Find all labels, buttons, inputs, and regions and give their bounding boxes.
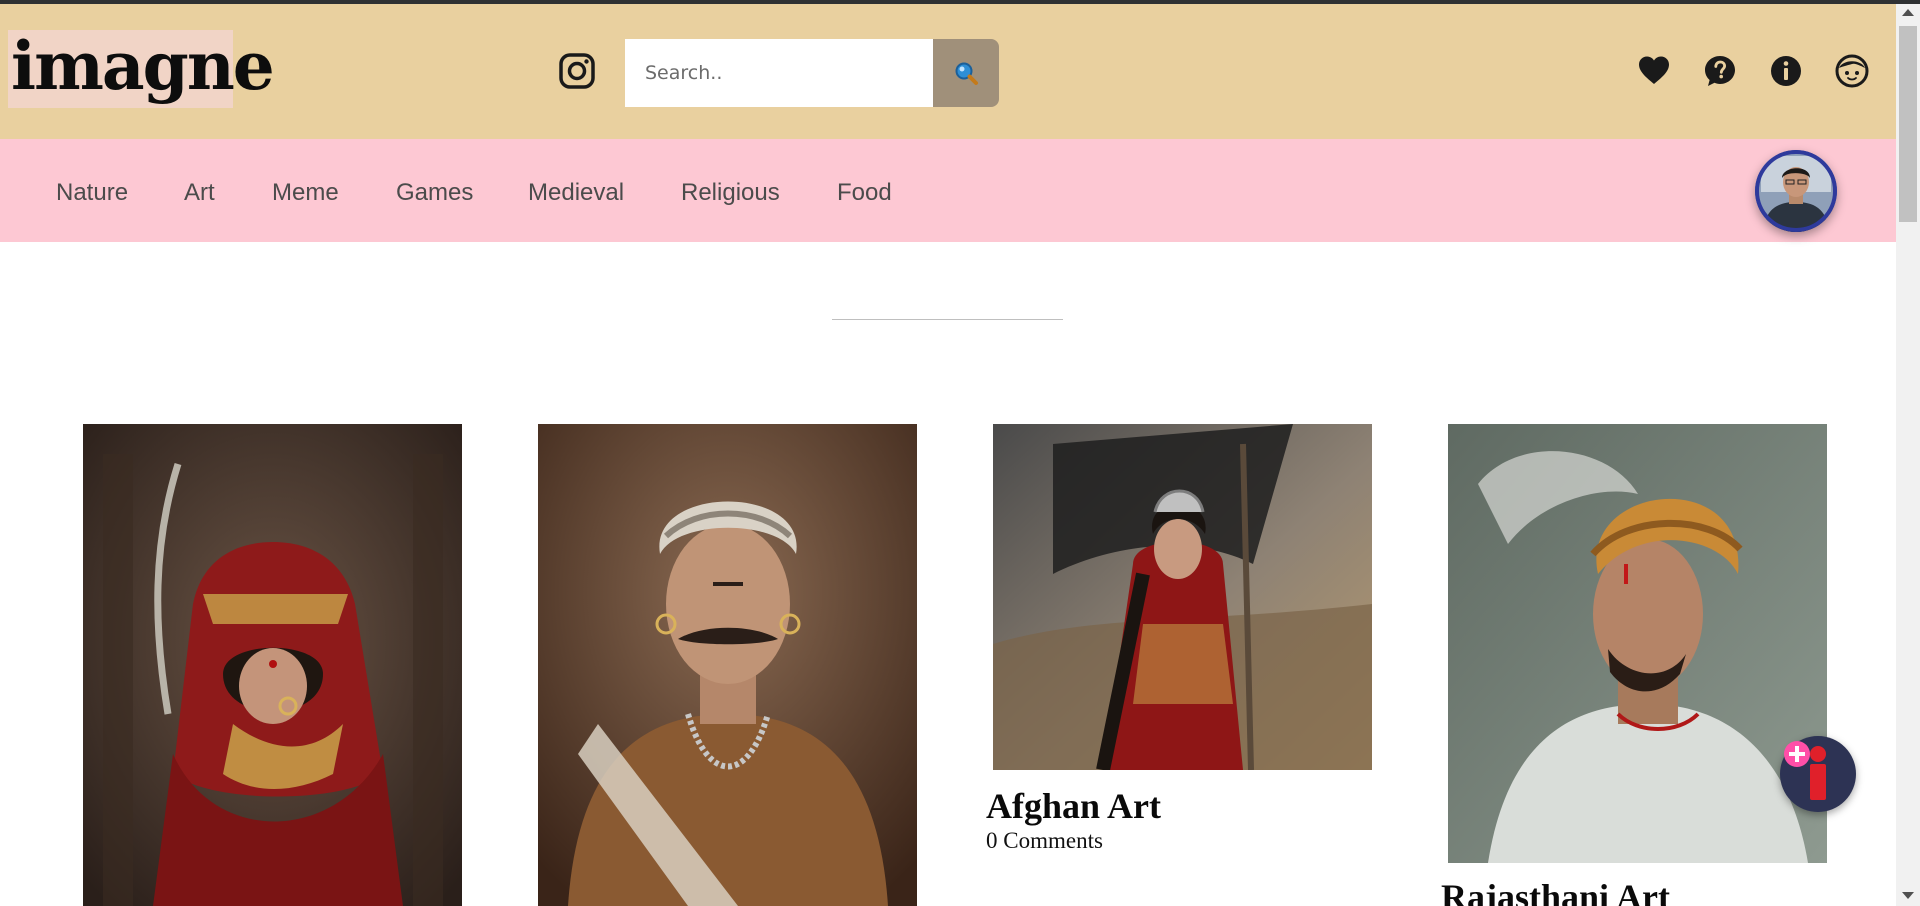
user-avatar[interactable] <box>1755 150 1837 232</box>
card-image[interactable] <box>993 424 1372 770</box>
card-comments[interactable]: 0 Comments <box>986 828 1103 854</box>
scroll-down-arrow[interactable] <box>1902 892 1914 899</box>
search-input[interactable] <box>625 39 933 107</box>
nav-item-food[interactable]: Food <box>837 179 892 207</box>
section-divider <box>832 319 1063 320</box>
category-nav: Nature Art Meme Games Medieval Religious… <box>0 139 1896 242</box>
site-logo[interactable]: imagne <box>8 30 275 108</box>
nav-item-games[interactable]: Games <box>396 179 473 207</box>
card-image[interactable] <box>83 424 462 906</box>
nav-item-religious[interactable]: Religious <box>681 179 780 207</box>
scroll-up-arrow[interactable] <box>1902 9 1914 16</box>
profile-icon[interactable] <box>1835 54 1869 88</box>
nav-item-nature[interactable]: Nature <box>56 179 128 207</box>
add-icon <box>1784 741 1826 800</box>
search-icon <box>955 62 978 85</box>
nav-item-meme[interactable]: Meme <box>272 179 339 207</box>
instagram-icon[interactable] <box>558 52 596 90</box>
card-title[interactable]: Afghan Art <box>986 785 1161 827</box>
card-image[interactable] <box>538 424 917 906</box>
nav-item-medieval[interactable]: Medieval <box>528 179 624 207</box>
help-icon[interactable] <box>1703 54 1737 88</box>
nav-item-art[interactable]: Art <box>184 179 215 207</box>
search-button[interactable] <box>933 39 999 107</box>
heart-icon[interactable] <box>1637 54 1671 88</box>
floating-action-button[interactable] <box>1780 736 1856 812</box>
scrollbar-thumb[interactable] <box>1899 26 1917 222</box>
site-header: imagne <box>0 4 1896 139</box>
card-title[interactable]: Rajasthani Art <box>1441 876 1670 906</box>
card-image[interactable] <box>1448 424 1827 863</box>
info-icon[interactable] <box>1769 54 1803 88</box>
